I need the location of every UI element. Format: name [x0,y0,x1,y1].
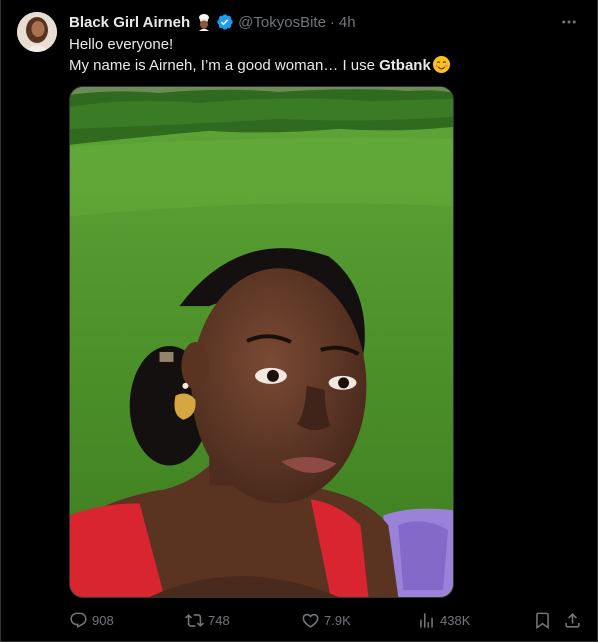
share-upload-icon [565,612,580,628]
gtbank-mention: Gtbank [379,57,431,74]
bookmark-button[interactable] [533,608,556,632]
tweet-text: Hello everyone! My name is Airneh, I’m a… [69,34,579,80]
author-name[interactable]: Black Girl Airneh [69,14,190,31]
tweet-text-line2: My name is Airneh, I’m a good woman… I u… [69,55,579,80]
like-count: 7.9K [324,612,351,628]
retweet-count: 748 [208,612,230,628]
action-bar: 908 748 7.9K 438K [69,608,584,632]
more-options-icon[interactable] [557,10,581,34]
reply-icon [70,612,87,628]
reply-button[interactable]: 908 [69,608,114,632]
views-button[interactable]: 438K [417,608,470,632]
retweet-icon [185,613,204,627]
verified-badge-icon[interactable] [216,13,234,31]
avatar[interactable] [17,12,57,52]
author-handle[interactable]: @TokyosBite [238,14,326,31]
tweet-card[interactable]: Black Girl Airneh @TokyosBite · 4h Hello… [0,0,598,642]
share-button[interactable] [563,608,586,632]
tweet-photo[interactable] [69,86,454,598]
timestamp[interactable]: 4h [339,14,356,31]
views-chart-icon [420,612,433,628]
tweet-text-line2-prefix: My name is Airneh, I’m a good woman… I u… [69,57,380,74]
heart-icon [302,613,319,628]
separator-dot: · [329,13,335,31]
smiling-face-emoji-icon [432,55,451,80]
retweet-button[interactable]: 748 [185,608,230,632]
reply-count: 908 [92,612,114,628]
tweet-text-line1: Hello everyone! [69,36,174,53]
views-count: 438K [440,612,471,628]
chef-emoji-icon [195,13,213,31]
like-button[interactable]: 7.9K [301,608,351,632]
bookmark-icon [536,612,549,629]
